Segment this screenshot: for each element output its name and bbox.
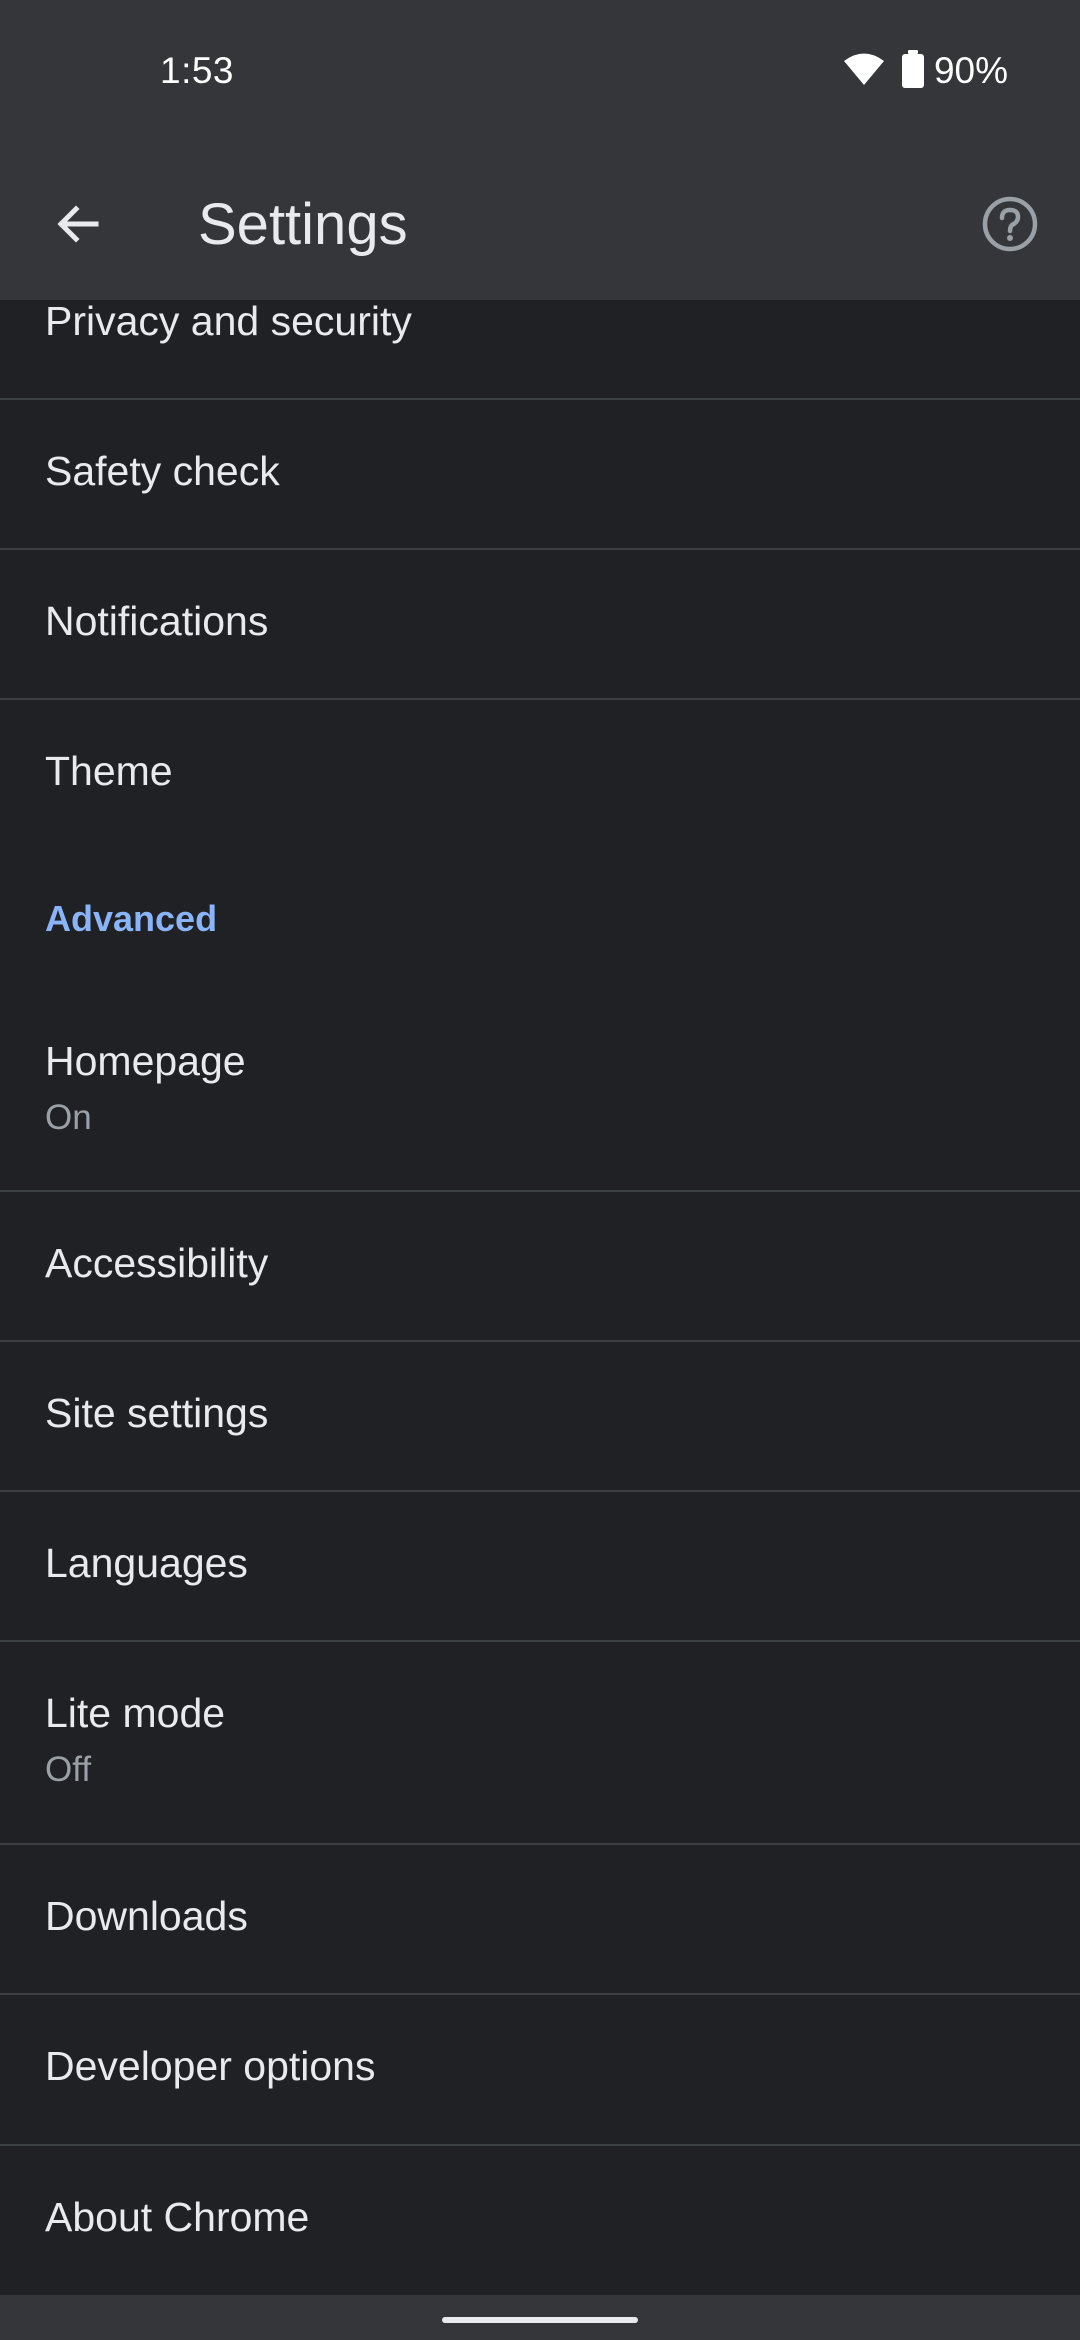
setting-label: Homepage [45, 1038, 246, 1084]
setting-site-settings[interactable]: Site settings [0, 1342, 1080, 1490]
setting-downloads[interactable]: Downloads [0, 1845, 1080, 1993]
setting-about-chrome[interactable]: About Chrome [0, 2146, 1080, 2294]
app-bar: Settings [0, 150, 1080, 300]
setting-accessibility[interactable]: Accessibility [0, 1192, 1080, 1340]
setting-languages[interactable]: Languages [0, 1492, 1080, 1640]
page-title: Settings [198, 192, 408, 257]
help-button[interactable] [972, 188, 1048, 264]
back-button[interactable] [40, 188, 116, 264]
settings-list[interactable]: Privacy and security Safety check Notifi… [0, 300, 1080, 2295]
home-gesture-handle[interactable] [442, 2317, 638, 2323]
setting-label: Site settings [45, 1390, 269, 1436]
setting-developer-options[interactable]: Developer options [0, 1995, 1080, 2143]
status-bar: 1:53 90% [0, 0, 1080, 150]
setting-label: Accessibility [45, 1240, 269, 1286]
arrow-back-icon [54, 200, 102, 253]
setting-label: Developer options [45, 2043, 376, 2089]
setting-homepage[interactable]: Homepage On [0, 990, 1080, 1190]
setting-summary: Off [45, 1750, 92, 1789]
status-indicators: 90% [843, 48, 1008, 94]
section-header-advanced: Advanced [45, 898, 218, 939]
battery-icon [901, 49, 924, 93]
setting-privacy-and-security[interactable]: Privacy and security [0, 300, 1080, 400]
setting-summary: On [45, 1098, 92, 1137]
setting-safety-check[interactable]: Safety check [0, 400, 1080, 548]
wifi-icon [843, 52, 884, 91]
navigation-bar [0, 2295, 1080, 2340]
screen: 1:53 90% Settings Privacy and security S… [0, 0, 1080, 2340]
setting-label: Downloads [45, 1893, 248, 1939]
status-time: 1:53 [160, 50, 235, 91]
setting-theme[interactable]: Theme [0, 700, 1080, 850]
setting-notifications[interactable]: Notifications [0, 550, 1080, 698]
setting-label: Languages [45, 1540, 248, 1586]
setting-label: Notifications [45, 598, 269, 644]
battery-percentage: 90% [933, 50, 1008, 91]
setting-label: Privacy and security [45, 300, 412, 344]
setting-label: Lite mode [45, 1690, 226, 1736]
setting-label: Safety check [45, 448, 280, 494]
setting-label: Theme [45, 748, 173, 794]
setting-label: About Chrome [45, 2194, 310, 2240]
setting-lite-mode[interactable]: Lite mode Off [0, 1642, 1080, 1842]
help-circle-icon [981, 195, 1039, 258]
